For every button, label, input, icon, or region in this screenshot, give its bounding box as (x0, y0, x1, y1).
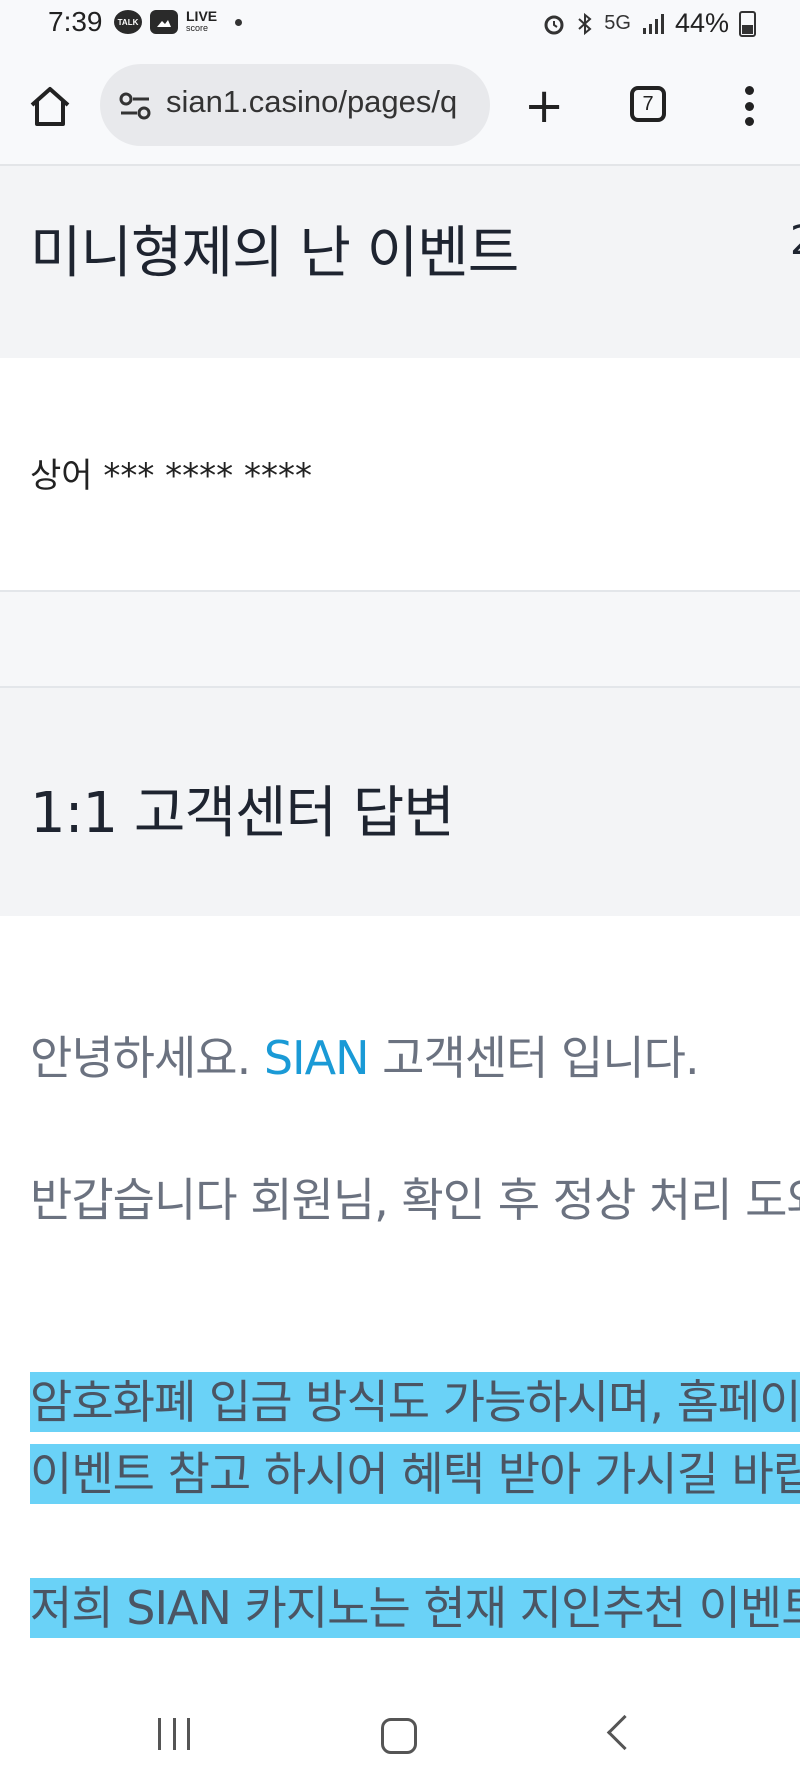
livescore-live-label: LIVE (186, 8, 218, 24)
notification-icons: TALK LIVE score (114, 8, 243, 34)
back-icon[interactable] (606, 1714, 643, 1751)
address-bar[interactable]: sian1.casino/pages/q (100, 64, 490, 146)
tab-switcher-button[interactable]: 7 (630, 86, 666, 122)
spacer (0, 592, 800, 686)
status-time: 7:39 (48, 6, 103, 37)
support-title: 1:1 고객센터 답변 (30, 781, 455, 846)
home-icon[interactable] (28, 84, 72, 128)
url-text[interactable]: sian1.casino/pages/q (166, 84, 457, 120)
battery-percent: 44% (674, 8, 729, 38)
site-settings-icon[interactable] (118, 89, 152, 123)
more-menu-icon[interactable] (742, 86, 756, 126)
highlighted-line: 저희 SIAN 카지노는 현재 지인추천 이벤트 (30, 1578, 800, 1638)
talk-icon: TALK (114, 10, 142, 34)
greeting-line: 안녕하세요. SIAN 고객센터 입니다. (30, 1022, 700, 1088)
status-bar: 7:39 TALK LIVE score 5G 44% (0, 0, 800, 46)
recent-apps-icon[interactable] (158, 1718, 190, 1750)
highlighted-line: 암호화폐 입금 방식도 가능하시며, 홈페이지 (30, 1372, 800, 1432)
bluetooth-icon (578, 12, 592, 35)
network-type: 5G (604, 12, 631, 34)
greeting-post: 고객센터 입니다. (368, 1031, 700, 1085)
brand-name: SIAN (263, 1031, 370, 1085)
greeting-pre: 안녕하세요. (30, 1031, 264, 1085)
author-name: 상어 *** **** **** (30, 456, 312, 496)
new-tab-icon[interactable]: + (524, 82, 564, 130)
highlighted-line: 이벤트 참고 하시어 혜택 받아 가시길 바랍니 (30, 1444, 800, 1504)
browser-toolbar: sian1.casino/pages/q + 7 (0, 46, 800, 166)
signal-icon (642, 13, 664, 34)
battery-icon (739, 10, 756, 37)
more-notifications-dot-icon (235, 18, 243, 26)
livescore-icon: LIVE score (186, 8, 218, 34)
alarm-icon (544, 15, 564, 34)
gallery-icon (150, 10, 178, 34)
system-navigation-bar (0, 1684, 800, 1784)
system-icons: 5G 44% (542, 8, 756, 39)
event-title-edge: 2 (790, 218, 800, 264)
nav-home-icon[interactable] (381, 1718, 417, 1754)
reply-line: 반갑습니다 회원님, 확인 후 정상 처리 도와 (30, 1173, 800, 1227)
event-title: 미니형제의 난 이벤트 (30, 221, 519, 286)
